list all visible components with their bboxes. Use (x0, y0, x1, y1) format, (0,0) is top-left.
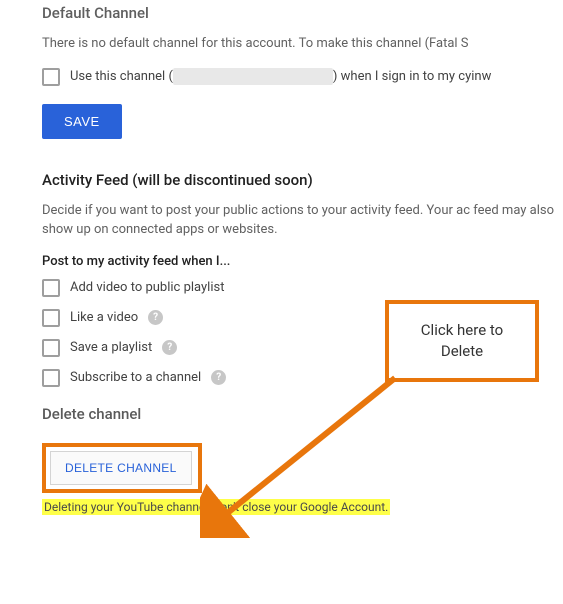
help-icon[interactable]: ? (211, 370, 226, 385)
delete-button-highlight: DELETE CHANNEL (42, 443, 202, 493)
option-label-0: Add video to public playlist (70, 280, 224, 295)
option-row-0: Add video to public playlist (42, 279, 563, 297)
option-checkbox-1[interactable] (42, 309, 60, 327)
option-label-3: Subscribe to a channel (70, 370, 201, 385)
activity-feed-description: Decide if you want to post your public a… (42, 201, 563, 240)
use-channel-row: Use this channel () when I sign in to my… (42, 68, 563, 86)
redacted-channel-name (173, 68, 333, 85)
option-checkbox-3[interactable] (42, 369, 60, 387)
delete-channel-title: Delete channel (42, 405, 563, 423)
save-button[interactable]: SAVE (42, 104, 122, 139)
help-icon[interactable]: ? (162, 340, 177, 355)
delete-channel-warning: Deleting your YouTube channel won't clos… (42, 499, 390, 515)
activity-feed-title: Activity Feed (will be discontinued soon… (42, 171, 563, 189)
help-icon[interactable]: ? (148, 310, 163, 325)
use-channel-label: Use this channel () when I sign in to my… (70, 68, 491, 85)
delete-channel-button[interactable]: DELETE CHANNEL (50, 451, 192, 485)
option-checkbox-2[interactable] (42, 339, 60, 357)
activity-feed-subtitle: Post to my activity feed when I... (42, 254, 563, 269)
default-channel-description: There is no default channel for this acc… (42, 34, 563, 54)
use-channel-checkbox[interactable] (42, 68, 60, 86)
option-checkbox-0[interactable] (42, 279, 60, 297)
option-label-2: Save a playlist (70, 340, 152, 355)
default-channel-title: Default Channel (42, 4, 563, 22)
annotation-callout: Click here to Delete (385, 300, 539, 382)
option-label-1: Like a video (70, 310, 138, 325)
